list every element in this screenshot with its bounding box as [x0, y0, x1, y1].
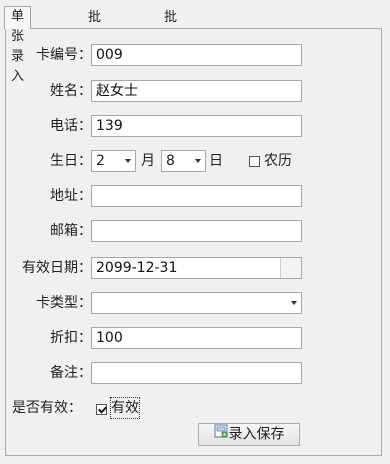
chevron-down-icon: [195, 159, 201, 163]
month-unit: 月: [141, 153, 155, 169]
lunar-checkbox[interactable]: [249, 156, 260, 167]
day-unit: 日: [209, 153, 223, 169]
remark-field[interactable]: [91, 362, 302, 384]
email-field[interactable]: [91, 220, 302, 242]
address-field[interactable]: [91, 185, 302, 207]
name-field[interactable]: 赵女士: [91, 80, 302, 102]
valid-label: 是否有效：: [12, 400, 82, 416]
expiry-date-picker[interactable]: 2099-12-31: [91, 257, 302, 279]
expiry-label: 有效日期：: [22, 260, 92, 276]
tab-single-entry[interactable]: 单张录入: [4, 6, 32, 84]
valid-checkbox[interactable]: [96, 404, 107, 415]
save-entry-button[interactable]: 录入保存: [198, 423, 300, 446]
valid-checkbox-label[interactable]: 有效: [110, 397, 140, 419]
chevron-down-icon: [291, 301, 297, 305]
lunar-label: 农历: [264, 153, 292, 169]
discount-label: 折扣：: [50, 330, 92, 346]
card-type-select[interactable]: [91, 292, 302, 314]
email-label: 邮箱：: [50, 223, 92, 239]
birthday-day-value: 8: [166, 153, 175, 169]
single-entry-panel: 卡编号： 009 姓名： 赵女士 电话： 139 生日： 2 月 8 日 农历 …: [5, 28, 382, 456]
address-label: 地址：: [50, 188, 92, 204]
expiry-value: 2099-12-31: [96, 260, 178, 276]
tab-batch-import[interactable]: 批量导入: [158, 8, 183, 85]
birthday-month-select[interactable]: 2: [91, 150, 136, 172]
card-type-label: 卡类型：: [36, 295, 92, 311]
phone-label: 电话：: [50, 118, 92, 134]
discount-field[interactable]: 100: [91, 327, 302, 349]
birthday-label: 生日：: [50, 153, 92, 169]
save-entry-label: 录入保存: [228, 426, 285, 443]
save-entry-icon: [214, 424, 228, 445]
phone-field[interactable]: 139: [91, 115, 302, 137]
card-no-field[interactable]: 009: [91, 44, 302, 66]
remark-label: 备注：: [50, 365, 92, 381]
chevron-down-icon: [125, 159, 131, 163]
tab-batch-entry[interactable]: 批量录入: [82, 8, 107, 85]
birthday-day-select[interactable]: 8: [161, 150, 206, 172]
birthday-month-value: 2: [96, 153, 105, 169]
calendar-dropdown-button[interactable]: [280, 258, 301, 278]
